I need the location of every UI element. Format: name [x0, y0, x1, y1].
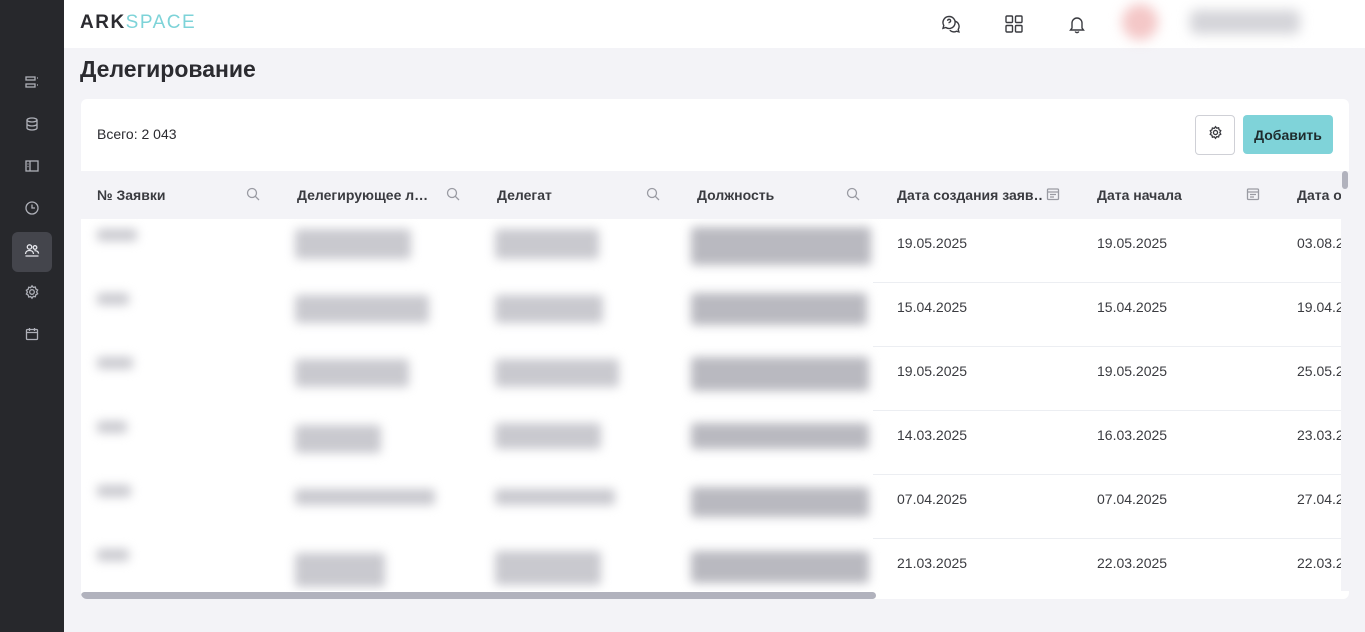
redacted-cell	[97, 229, 137, 241]
table-header: № Заявки Делегирующее л… Делегат Должнос…	[81, 171, 1341, 219]
start-date-cell: 22.03.2025	[1097, 555, 1168, 571]
redacted-cell	[691, 357, 869, 391]
column-header-delegator[interactable]: Делегирующее л…	[297, 171, 437, 219]
redacted-cell	[495, 295, 603, 323]
sidebar-item-delegation[interactable]	[12, 232, 52, 272]
delegation-card: Всего: 2 043 Добавить № Заявки Делегирую…	[81, 99, 1349, 599]
column-header-request-number[interactable]: № Заявки	[97, 171, 237, 219]
redacted-cell	[495, 359, 619, 387]
column-header-end-date[interactable]: Дата о	[1297, 171, 1341, 219]
calendar-icon[interactable]	[1246, 187, 1262, 203]
end-date-cell: 19.04.2	[1297, 299, 1341, 315]
total-count: Всего: 2 043	[97, 126, 177, 142]
logo-secondary-text: SPACE	[125, 12, 197, 33]
search-icon[interactable]	[646, 187, 662, 203]
redacted-cell	[295, 295, 429, 323]
table-row[interactable]: 21.03.2025 22.03.2025 22.03.2	[81, 539, 1341, 591]
page-title: Делегирование	[80, 56, 256, 82]
redacted-cell	[495, 229, 599, 259]
table-row[interactable]: 19.05.2025 19.05.2025 25.05.2	[81, 347, 1341, 411]
redacted-cell	[495, 551, 601, 585]
redacted-cell	[495, 489, 615, 505]
sidebar-item-history[interactable]	[12, 190, 52, 230]
clock-icon	[24, 200, 40, 221]
end-date-cell: 25.05.2	[1297, 363, 1341, 379]
redacted-cell	[295, 553, 385, 587]
start-date-cell: 15.04.2025	[1097, 299, 1168, 315]
sidebar-item-book[interactable]	[12, 148, 52, 188]
database-icon	[24, 116, 40, 137]
sidebar-item-settings[interactable]	[12, 274, 52, 314]
table-row[interactable]: 07.04.2025 07.04.2025 27.04.2	[81, 475, 1341, 539]
book-icon	[24, 158, 40, 179]
redacted-cell	[295, 489, 435, 505]
logo-primary-text: ARK	[80, 12, 126, 33]
table-row[interactable]: 19.05.2025 19.05.2025 03.08.2	[81, 219, 1341, 283]
table-settings-button[interactable]	[1195, 115, 1235, 155]
add-button[interactable]: Добавить	[1243, 115, 1333, 154]
created-date-cell: 19.05.2025	[897, 235, 968, 251]
redacted-cell	[97, 485, 131, 497]
redacted-cell	[691, 293, 867, 325]
redacted-cell	[691, 227, 871, 265]
table-row[interactable]: 14.03.2025 16.03.2025 23.03.2	[81, 411, 1341, 475]
apps-grid-icon[interactable]	[1002, 12, 1026, 36]
redacted-cell	[691, 423, 869, 449]
start-date-cell: 07.04.2025	[1097, 491, 1168, 507]
sidebar-item-calendar[interactable]	[12, 316, 52, 356]
redacted-cell	[691, 551, 869, 583]
gear-icon	[24, 284, 40, 305]
end-date-cell: 22.03.2	[1297, 555, 1341, 571]
sidebar	[0, 0, 64, 632]
redacted-cell	[97, 421, 127, 433]
app-logo[interactable]: ARKSPACE	[80, 12, 196, 34]
end-date-cell: 03.08.2	[1297, 235, 1341, 251]
topbar: ARKSPACE	[64, 0, 1365, 48]
horizontal-scrollbar-thumb[interactable]	[81, 592, 876, 599]
start-date-cell: 19.05.2025	[1097, 235, 1168, 251]
table-body: 19.05.2025 19.05.2025 03.08.2 15.04.2025…	[81, 219, 1341, 591]
start-date-cell: 16.03.2025	[1097, 427, 1168, 443]
vertical-scrollbar[interactable]	[1341, 171, 1349, 591]
column-header-created-date[interactable]: Дата создания заяв…	[897, 171, 1042, 219]
created-date-cell: 19.05.2025	[897, 363, 968, 379]
created-date-cell: 15.04.2025	[897, 299, 968, 315]
list-icon	[24, 74, 40, 95]
search-icon[interactable]	[446, 187, 462, 203]
created-date-cell: 14.03.2025	[897, 427, 968, 443]
created-date-cell: 07.04.2025	[897, 491, 968, 507]
start-date-cell: 19.05.2025	[1097, 363, 1168, 379]
vertical-scrollbar-thumb[interactable]	[1342, 171, 1348, 189]
calendar-icon[interactable]	[1046, 187, 1062, 203]
created-date-cell: 21.03.2025	[897, 555, 968, 571]
bell-icon[interactable]	[1065, 12, 1089, 36]
gear-icon	[1208, 125, 1223, 145]
column-header-delegate[interactable]: Делегат	[497, 171, 637, 219]
sidebar-item-list[interactable]	[12, 64, 52, 104]
search-icon[interactable]	[846, 187, 862, 203]
redacted-cell	[495, 423, 601, 449]
redacted-cell	[97, 357, 133, 369]
end-date-cell: 23.03.2	[1297, 427, 1341, 443]
avatar[interactable]	[1122, 4, 1158, 40]
redacted-cell	[691, 487, 869, 517]
search-icon[interactable]	[246, 187, 262, 203]
redacted-cell	[295, 359, 409, 387]
sidebar-item-database[interactable]	[12, 106, 52, 146]
table-row[interactable]: 15.04.2025 15.04.2025 19.04.2	[81, 283, 1341, 347]
redacted-cell	[295, 229, 411, 259]
users-icon	[24, 242, 40, 263]
redacted-cell	[97, 549, 129, 561]
column-header-position[interactable]: Должность	[697, 171, 837, 219]
column-header-start-date[interactable]: Дата начала	[1097, 171, 1237, 219]
redacted-cell	[295, 425, 381, 453]
redacted-cell	[97, 293, 129, 305]
end-date-cell: 27.04.2	[1297, 491, 1341, 507]
user-menu[interactable]	[1190, 10, 1300, 34]
calendar-icon	[24, 326, 40, 347]
chat-icon[interactable]	[939, 12, 963, 36]
